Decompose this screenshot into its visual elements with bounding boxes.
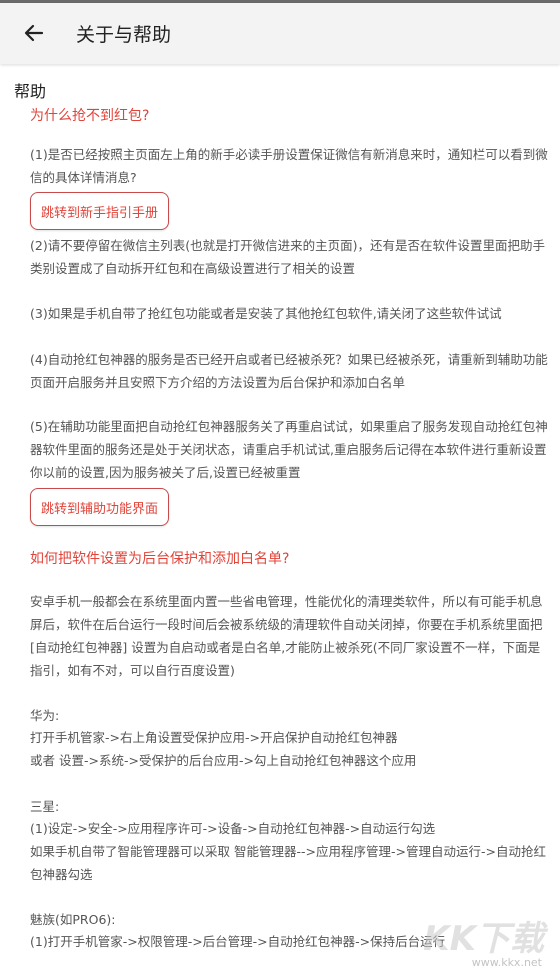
samsung-title: 三星: — [30, 799, 60, 814]
question-background-protect: 如何把软件设置为后台保护和添加白名单? — [30, 551, 290, 567]
page-title: 关于与帮助 — [76, 24, 172, 46]
huawei-step-2: 或者 设置->系统->受保护的后台应用->勾上自动抢红包神器这个应用 — [30, 753, 417, 768]
answer-step-3: (3)如果是手机自带了抢红包功能或者是安装了其他抢红包软件,请关闭了这些软件试试 — [30, 306, 502, 321]
help-heading: 帮助 — [14, 82, 47, 101]
background-protect-intro: 安卓手机一般都会在系统里面内置一些省电管理，性能优化的清理类软件，所以有可能手机… — [30, 594, 543, 678]
samsung-step-1: (1)设定->安全->应用程序许可->设备->自动抢红包神器->自动运行勾选 — [30, 821, 436, 836]
app-bar: 关于与帮助 — [0, 3, 560, 64]
samsung-step-2: 如果手机自带了智能管理器可以采取 智能管理器-->应用程序管理->管理自动运行-… — [30, 844, 546, 882]
arrow-left-icon — [24, 24, 44, 42]
answer-step-4: (4)自动抢红包神器的服务是否已经开启或者已经被杀死？如果已经被杀死，请重新到辅… — [30, 352, 548, 390]
meizu-step-1: (1)打开手机管家->权限管理->后台管理->自动抢红包神器->保持后台运行 — [30, 934, 446, 949]
answer-step-2: (2)请不要停留在微信主列表(也就是打开微信进来的主页面)，还有是否在软件设置里… — [30, 238, 545, 276]
back-button[interactable] — [18, 17, 50, 49]
huawei-step-1: 打开手机管家->右上角设置受保护应用->开启保护自动抢红包神器 — [30, 730, 398, 745]
answer-step-5: (5)在辅助功能里面把自动抢红包神器服务关了再重启试试，如果重启了服务发现自动抢… — [30, 419, 548, 480]
huawei-title: 华为: — [30, 708, 60, 723]
accessibility-settings-button[interactable]: 跳转到辅助功能界面 — [30, 488, 170, 526]
newbie-guide-button[interactable]: 跳转到新手指引手册 — [30, 192, 170, 230]
meizu-title: 魅族(如PRO6): — [30, 912, 116, 927]
help-content[interactable]: 帮助 为什么抢不到红包? (1)是否已经按照主页面左上角的新手必读手册设置保证微… — [0, 64, 560, 979]
question-why-not-grab: 为什么抢不到红包? — [30, 108, 150, 124]
answer-step-1: (1)是否已经按照主页面左上角的新手必读手册设置保证微信有新消息来时，通知栏可以… — [30, 147, 548, 185]
